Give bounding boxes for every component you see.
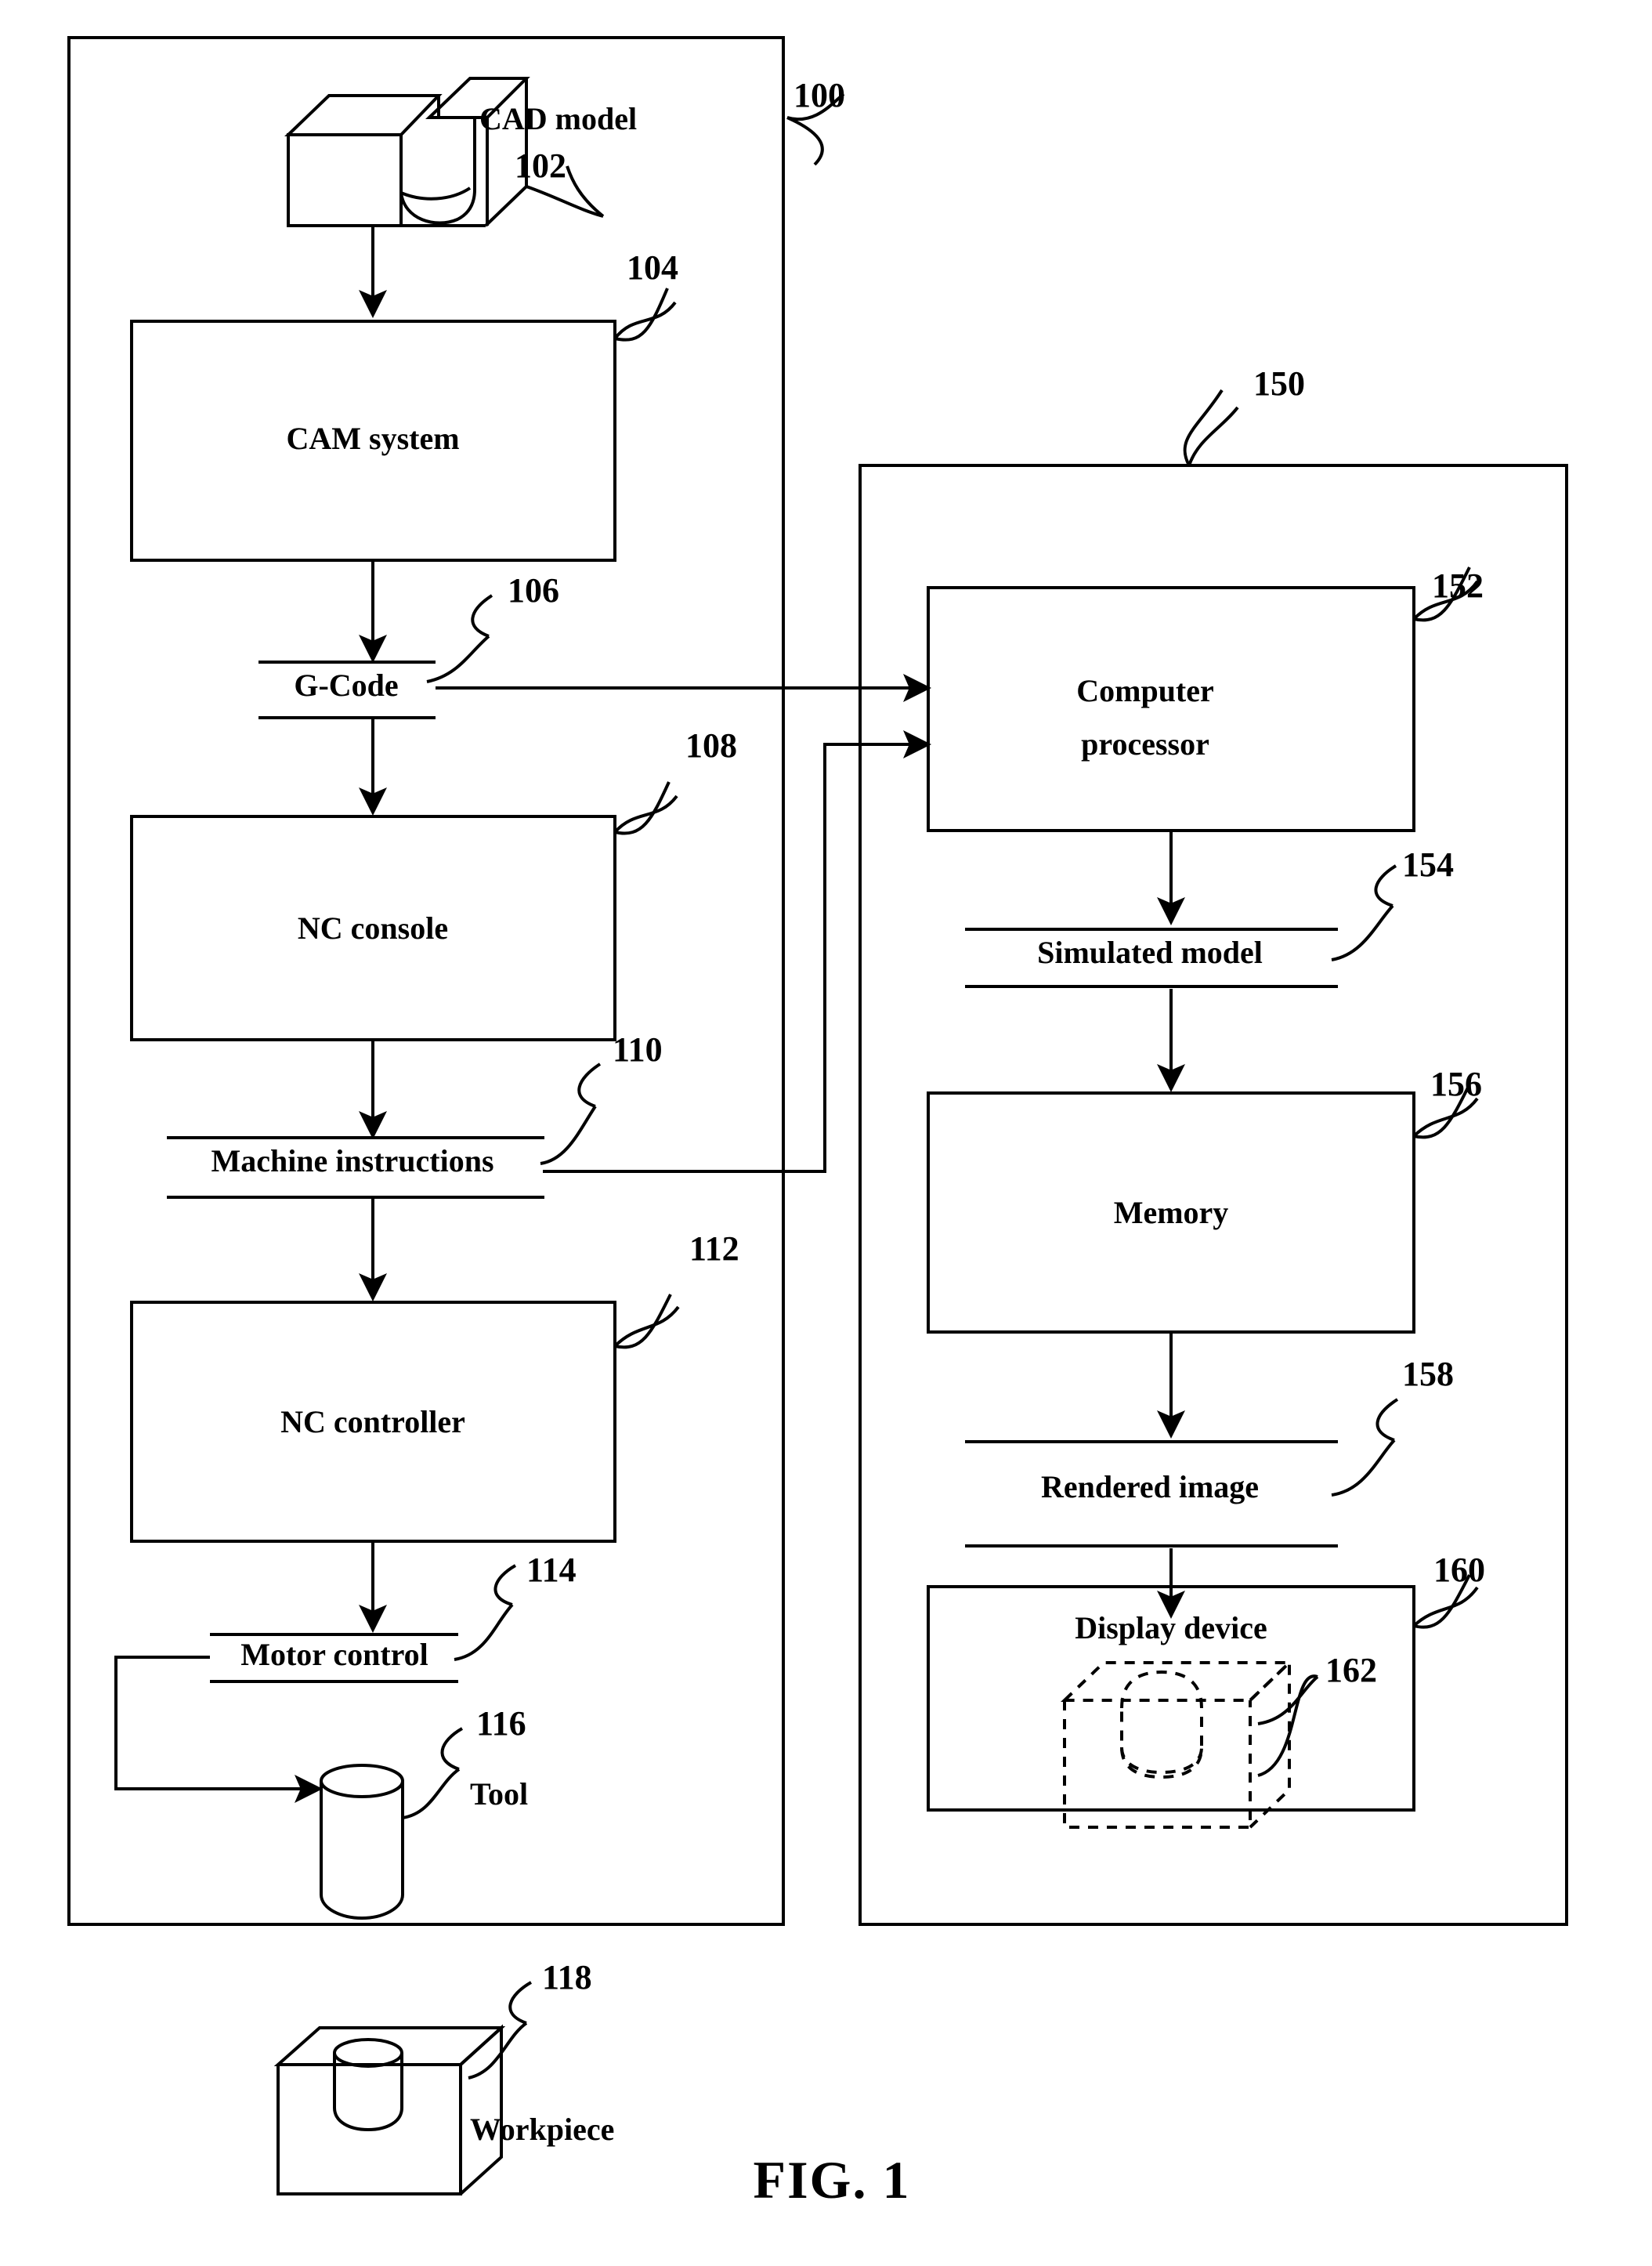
displayed-model-shape — [1061, 1659, 1293, 1829]
ref-118: 118 — [542, 1958, 592, 1996]
ref-100: 100 — [793, 76, 845, 114]
rendered-image-label: Rendered image — [1040, 1469, 1260, 1504]
ref-152: 152 — [1432, 566, 1484, 605]
machine-instructions-text: Machine instructions — [211, 1143, 494, 1178]
ref-154: 154 — [1402, 845, 1454, 884]
ref-106: 106 — [508, 571, 559, 610]
leader-116 — [402, 1768, 461, 1819]
leader-160 — [1412, 1586, 1479, 1627]
g-code-label: G-Code — [294, 668, 399, 703]
computer-processor-label-line1: Computer — [1076, 673, 1214, 708]
leader-112 — [613, 1305, 680, 1348]
ref-104: 104 — [627, 248, 678, 287]
leader-154 — [1331, 904, 1394, 961]
figure-canvas — [67, 36, 1568, 2195]
workpiece-label: Workpiece — [470, 2112, 615, 2147]
ref-162: 162 — [1325, 1651, 1377, 1689]
arrow-instr-to-processor — [543, 730, 931, 1173]
ref-160: 160 — [1433, 1551, 1485, 1589]
cad-model-label: CAD model — [479, 101, 638, 136]
leader-102 — [526, 185, 604, 218]
ref-150: 150 — [1253, 364, 1305, 403]
memory-label: Memory — [1113, 1195, 1229, 1230]
arrow-motor-to-tool — [114, 1656, 323, 1803]
leader-106 — [426, 635, 490, 683]
simulated-model-label: Simulated model — [1037, 935, 1263, 970]
leader-114 — [454, 1603, 514, 1661]
leader-150 — [1187, 406, 1239, 466]
cam-system-label: CAM system — [286, 421, 460, 456]
computer-processor-label-line2: processor — [1081, 726, 1209, 762]
ref-158: 158 — [1402, 1355, 1454, 1393]
ref-110: 110 — [613, 1030, 663, 1069]
ref-114: 114 — [526, 1551, 577, 1589]
computer-processor-box — [927, 586, 1415, 832]
figure-caption: FIG. 1 — [753, 2150, 911, 2210]
workpiece-shape — [273, 2024, 506, 2195]
leader-110 — [540, 1105, 597, 1165]
leader-156 — [1412, 1097, 1479, 1138]
ref-108: 108 — [685, 726, 737, 765]
ref-156: 156 — [1430, 1065, 1482, 1103]
motor-control-label: Motor control — [240, 1637, 428, 1672]
patent-figure: 100 CAD model 102 104 CAM system 106 G-C… — [0, 0, 1652, 2266]
leader-158 — [1331, 1439, 1396, 1497]
nc-controller-label: NC controller — [280, 1404, 465, 1439]
ref-112: 112 — [689, 1229, 739, 1268]
tool-label: Tool — [470, 1776, 529, 1812]
leader-108 — [613, 795, 678, 834]
display-device-label: Display device — [1075, 1610, 1267, 1645]
nc-console-label: NC console — [297, 910, 449, 946]
tool-shape — [320, 1764, 404, 1920]
ref-102: 102 — [515, 147, 566, 185]
ref-116: 116 — [476, 1704, 526, 1743]
